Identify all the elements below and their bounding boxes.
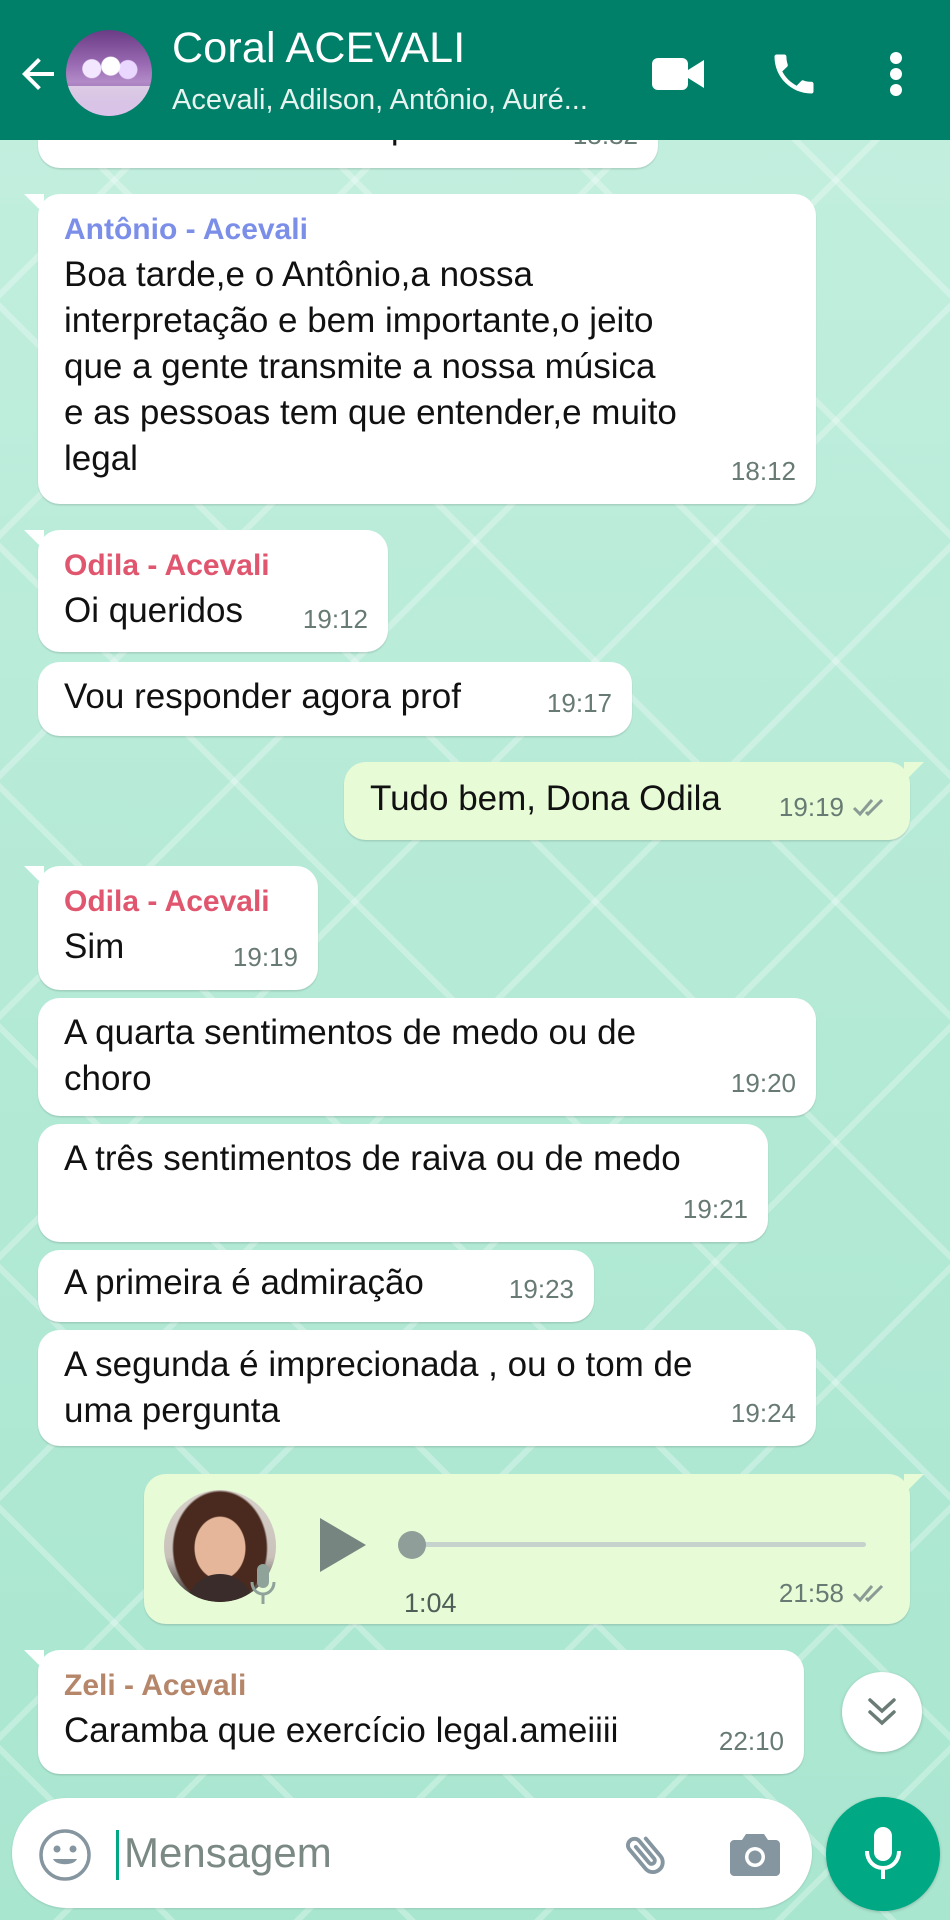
- sender-name[interactable]: Antônio - Acevali: [64, 210, 790, 250]
- attach-icon[interactable]: [620, 1828, 672, 1880]
- double-chevron-down-icon: [868, 1698, 896, 1726]
- video-call-icon[interactable]: [650, 48, 706, 100]
- message-bubble[interactable]: Antônio - Acevali Boa tarde,e o Antônio,…: [24, 194, 816, 504]
- sender-name[interactable]: Odila - Acevali: [64, 882, 292, 922]
- double-check-icon: [852, 1584, 884, 1603]
- message-time: 19:20: [730, 1068, 796, 1098]
- message-time: 19:19: [779, 784, 890, 830]
- message-bubble[interactable]: A segunda é imprecionada , ou o tom de u…: [38, 1330, 816, 1446]
- message-time: 21:58: [779, 1570, 890, 1616]
- time-label: 21:58: [778, 1578, 844, 1608]
- message-bubble[interactable]: A primeira é admiração 19:23: [38, 1250, 594, 1322]
- message-time: 22:10: [718, 1726, 784, 1756]
- message-time: 19:17: [546, 688, 612, 718]
- chat-header: Coral ACEVALI Acevali, Adilson, Antônio,…: [0, 0, 950, 140]
- outgoing-message-bubble[interactable]: Tudo bem, Dona Odila 19:19: [344, 762, 924, 840]
- emoji-icon[interactable]: [38, 1828, 92, 1882]
- more-options-icon[interactable]: [876, 48, 916, 100]
- message-text: A segunda é imprecionada , ou o tom de u…: [64, 1345, 693, 1430]
- message-text: A três sentimentos de raiva ou de medo: [64, 1139, 681, 1178]
- message-time: 19:24: [730, 1398, 796, 1428]
- sender-name[interactable]: Odila - Acevali: [64, 546, 362, 586]
- voice-record-button[interactable]: [826, 1797, 940, 1911]
- voice-message-bubble[interactable]: 1:04 21:58: [144, 1474, 924, 1624]
- message-text: Caramba que exercício legal.ameiiii: [64, 1711, 619, 1750]
- voice-mic-icon: [250, 1564, 276, 1604]
- message-text: A quarta sentimentos de medo ou de choro: [64, 1013, 637, 1098]
- message-bubble[interactable]: Odila - Acevali Sim 19:19: [24, 866, 318, 990]
- message-input[interactable]: [122, 1824, 596, 1882]
- audio-seek-handle[interactable]: [398, 1531, 426, 1559]
- message-time: 19:21: [682, 1194, 748, 1224]
- message-bubble[interactable]: Vou responder agora prof 19:17: [38, 662, 632, 736]
- text-cursor: [116, 1830, 119, 1880]
- message-text: Boa tarde,e o Antônio,a nossa interpreta…: [64, 255, 677, 478]
- message-time: 19:23: [508, 1274, 574, 1304]
- mic-icon: [865, 1827, 901, 1879]
- message-time: 18:12: [730, 456, 796, 486]
- message-bubble[interactable]: Zeli - Acevali Caramba que exercício leg…: [24, 1650, 804, 1774]
- audio-duration: 1:04: [404, 1588, 457, 1618]
- group-avatar[interactable]: [66, 30, 152, 116]
- message-composer: [12, 1798, 812, 1908]
- sender-name[interactable]: Zeli - Acevali: [64, 1666, 778, 1706]
- play-icon[interactable]: [314, 1514, 370, 1576]
- time-label: 19:19: [778, 792, 844, 822]
- message-time: 19:19: [232, 942, 298, 972]
- chat-participants[interactable]: Acevali, Adilson, Antônio, Auré...: [172, 84, 588, 117]
- phone-icon[interactable]: [768, 48, 824, 100]
- chat-title[interactable]: Coral ACEVALI: [172, 24, 465, 73]
- message-text: A primeira é admiração: [64, 1263, 424, 1302]
- camera-icon[interactable]: [728, 1830, 782, 1878]
- message-time: 19:12: [302, 604, 368, 634]
- audio-progress-track[interactable]: [408, 1542, 866, 1547]
- message-text: Vou responder agora prof: [64, 677, 461, 716]
- back-arrow-icon[interactable]: [14, 50, 62, 98]
- message-bubble[interactable]: Odila - Acevali Oi queridos 19:12: [24, 530, 388, 652]
- scroll-to-bottom-button[interactable]: [842, 1672, 922, 1752]
- message-bubble[interactable]: A quarta sentimentos de medo ou de choro…: [38, 998, 816, 1116]
- message-bubble[interactable]: A três sentimentos de raiva ou de medo 1…: [38, 1124, 768, 1242]
- double-check-icon: [852, 798, 884, 817]
